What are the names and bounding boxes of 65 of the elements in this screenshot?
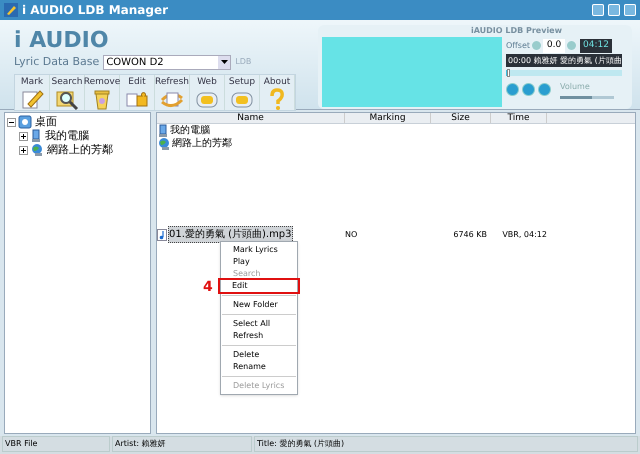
toolbar-button[interactable]: Refresh [155,74,190,110]
column-header[interactable]: Name [157,113,345,123]
file-name[interactable]: 01.愛的勇氣 (片頭曲).mp3 [168,226,293,243]
table-cell-text: VBR, 04:12 [501,228,547,240]
column-header[interactable]: Time [491,113,547,123]
offset-label: Offset [506,40,530,52]
tree-item[interactable]: 網路上的芳鄰 [46,142,114,158]
volume-slider[interactable] [560,96,614,98]
expand-icon[interactable] [19,146,28,154]
pencil-app-icon [4,3,18,17]
offset-field[interactable]: 0.0 [543,39,566,52]
volume-label: Volume [560,80,591,92]
close-button[interactable] [624,4,636,16]
table-cell-text: NO [345,228,358,240]
file-name[interactable]: 網路上的芳鄰 [172,136,232,151]
duration-display: 04:12 [580,39,612,52]
status-panel: VBR File [2,436,110,452]
status-panel: Title: 愛的勇氣 (片頭曲) [254,436,638,452]
toolbar-button[interactable]: Web [190,74,225,110]
table-cell-text: 6746 KB [452,228,488,240]
stop-button[interactable] [538,83,551,96]
toolbar-button[interactable]: Edit [120,74,155,110]
network-globe-icon [30,143,44,157]
pause-button[interactable] [522,83,535,96]
computer-icon [30,129,42,143]
ldb-mark: LDB [235,56,252,68]
step-number: 4 [203,278,213,297]
column-header[interactable]: Marking [345,113,431,123]
decrease-button[interactable] [532,41,542,50]
tree-item[interactable]: 我的電腦 [44,128,90,144]
toolbar-button[interactable]: Mark [15,74,50,110]
subtitle: Lyric Data Base [14,54,100,70]
file-name[interactable]: 我的電腦 [170,123,210,138]
window-title: i AUDIO LDB Manager [22,2,168,19]
pencil-note-icon [20,88,44,110]
slider-thumb[interactable] [507,68,510,76]
network-globe-icon [157,136,171,150]
collapse-icon[interactable] [7,118,16,126]
tree-item[interactable]: 桌面 [34,114,58,130]
computer-icon [157,124,169,138]
menu-item[interactable]: Play [221,256,297,268]
dropdown-arrow-icon [220,60,228,64]
menu-item[interactable]: New Folder [221,299,297,311]
column-header[interactable]: Size [431,113,491,123]
toolbar-button[interactable]: Remove [85,74,120,110]
toolbar-button[interactable]: Setup [225,74,260,110]
play-button[interactable] [506,83,519,96]
status-panel: Artist: 賴雅妍 [112,436,252,452]
position-slider[interactable] [506,70,622,76]
expand-icon[interactable] [19,132,28,140]
desktop-icon [18,115,32,129]
minimize-button[interactable] [592,4,604,16]
menu-item[interactable]: Mark Lyrics [221,244,297,256]
menu-item[interactable]: Select All [221,318,297,330]
preview-title: iAUDIO LDB Preview [470,25,562,37]
menu-item[interactable]: Rename [221,361,297,373]
increase-button[interactable] [567,41,576,50]
menu-item[interactable]: Edit [220,280,298,292]
toolbar-button[interactable]: Search [50,74,85,110]
toolbar-button[interactable]: About [260,74,295,110]
menu-item[interactable]: Refresh [221,330,297,342]
maximize-button[interactable] [608,4,620,16]
menu-item[interactable]: Delete [221,349,297,361]
device-dropdown[interactable]: COWON D2 [103,54,232,70]
app-logo: i AUDIO [14,28,109,54]
